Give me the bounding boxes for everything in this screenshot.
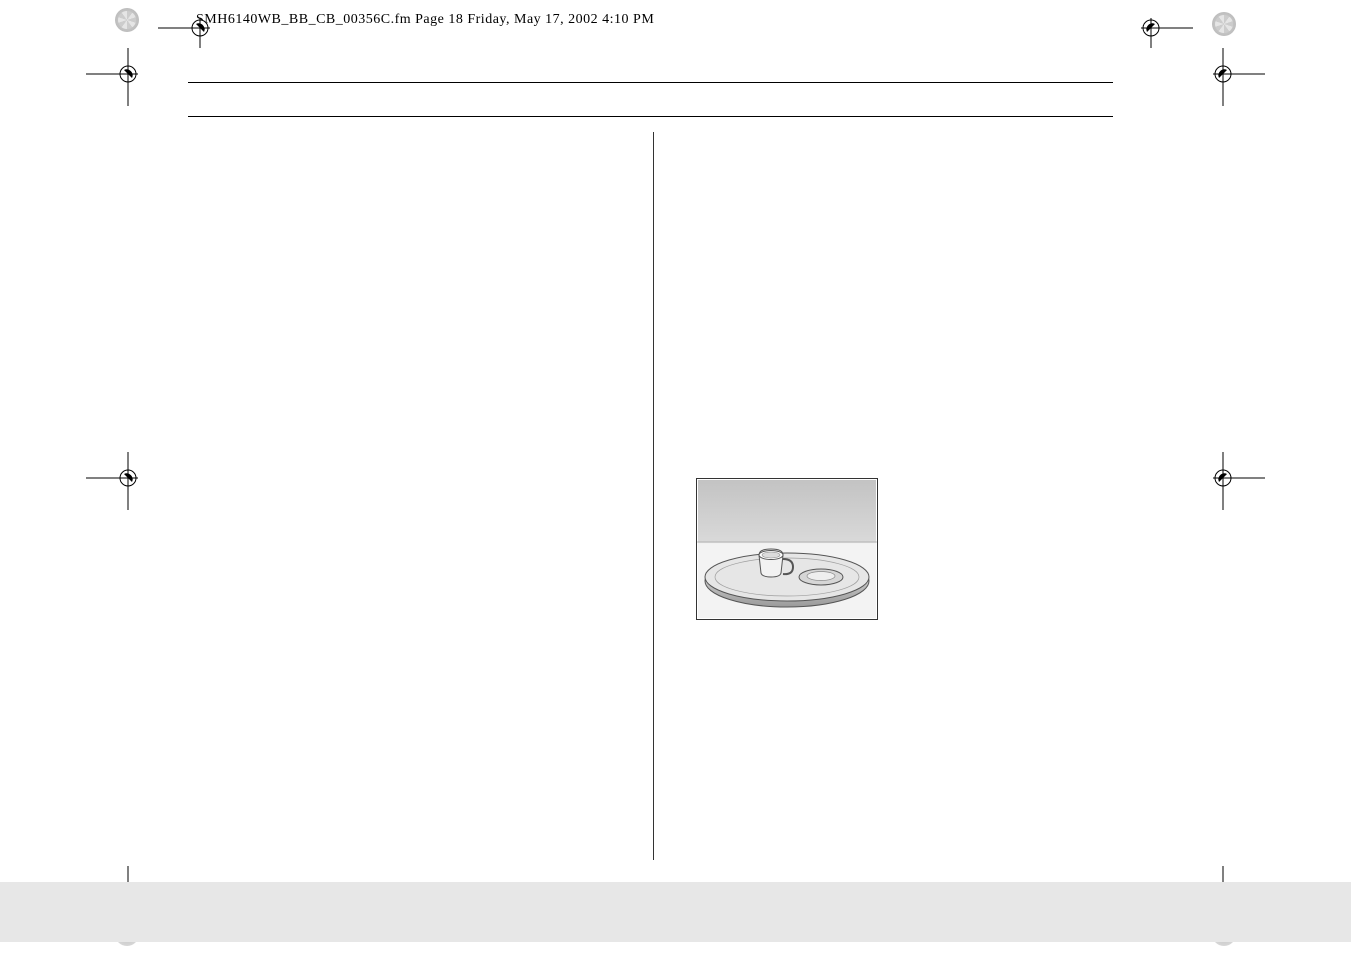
registration-mark-icon <box>1135 8 1193 48</box>
horizontal-rule <box>188 82 1113 83</box>
document-page: SMH6140WB_BB_CB_00356C.fm Page 18 Friday… <box>0 0 1351 954</box>
registration-circle-icon <box>115 8 139 32</box>
page-header-text: SMH6140WB_BB_CB_00356C.fm Page 18 Friday… <box>196 12 654 28</box>
registration-mark-icon <box>1207 48 1265 88</box>
registration-mark-icon <box>1207 452 1265 492</box>
microwave-illustration <box>696 478 878 620</box>
page-footer-bar <box>0 882 1351 942</box>
registration-mark-icon <box>86 48 144 88</box>
registration-circle-icon <box>1212 12 1236 36</box>
horizontal-rule <box>188 116 1113 117</box>
registration-mark-icon <box>158 8 216 48</box>
column-divider <box>653 132 654 860</box>
registration-mark-icon <box>86 452 144 492</box>
